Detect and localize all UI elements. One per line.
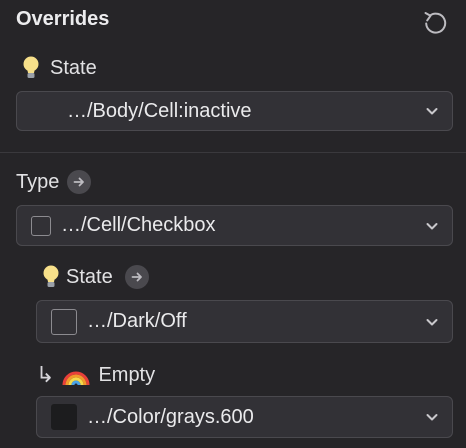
chevron-down-icon (426, 414, 438, 421)
empty-dropdown-value: …/Color/grays.600 (87, 405, 254, 428)
nested-state-dropdown-value: …/Dark/Off (87, 310, 187, 332)
lightbulb-icon (23, 56, 39, 78)
state-label: State (50, 56, 97, 79)
chevron-down-icon (426, 108, 438, 115)
state-label-row: State (20, 55, 97, 81)
nested-state-dropdown[interactable]: …/Dark/Off (36, 300, 453, 343)
arrow-right-icon (73, 177, 85, 187)
type-dropdown-value: …/Cell/Checkbox (61, 214, 216, 236)
lightbulb-icon (43, 265, 59, 287)
panel-title: Overrides (16, 8, 110, 30)
state-dropdown[interactable]: …/Body/Cell:inactive (16, 91, 453, 131)
dark-off-swatch (51, 308, 77, 335)
checkbox-swatch (31, 215, 51, 236)
nested-state-navigate-button[interactable] (124, 265, 149, 289)
empty-label-row: ↳ Empty (36, 362, 155, 388)
chevron-down-icon (426, 222, 438, 229)
empty-color-dropdown[interactable]: …/Color/grays.600 (36, 396, 453, 438)
type-dropdown[interactable]: …/Cell/Checkbox (16, 205, 453, 246)
type-label-row: Type (16, 170, 92, 194)
nested-state-label-row: State (40, 264, 149, 290)
empty-label: Empty (98, 363, 156, 386)
arrow-right-icon (131, 272, 142, 282)
reset-icon (424, 12, 447, 34)
color-swatch (51, 404, 77, 430)
state-dropdown-value: …/Body/Cell:inactive (67, 99, 252, 122)
chevron-down-icon (426, 318, 438, 325)
rainbow-icon (62, 371, 90, 386)
section-divider (0, 152, 466, 153)
return-arrow-icon: ↳ (36, 362, 55, 387)
reset-button[interactable] (419, 6, 451, 38)
type-label: Type (16, 170, 60, 193)
type-navigate-button[interactable] (67, 170, 92, 194)
nested-state-label: State (66, 265, 113, 288)
